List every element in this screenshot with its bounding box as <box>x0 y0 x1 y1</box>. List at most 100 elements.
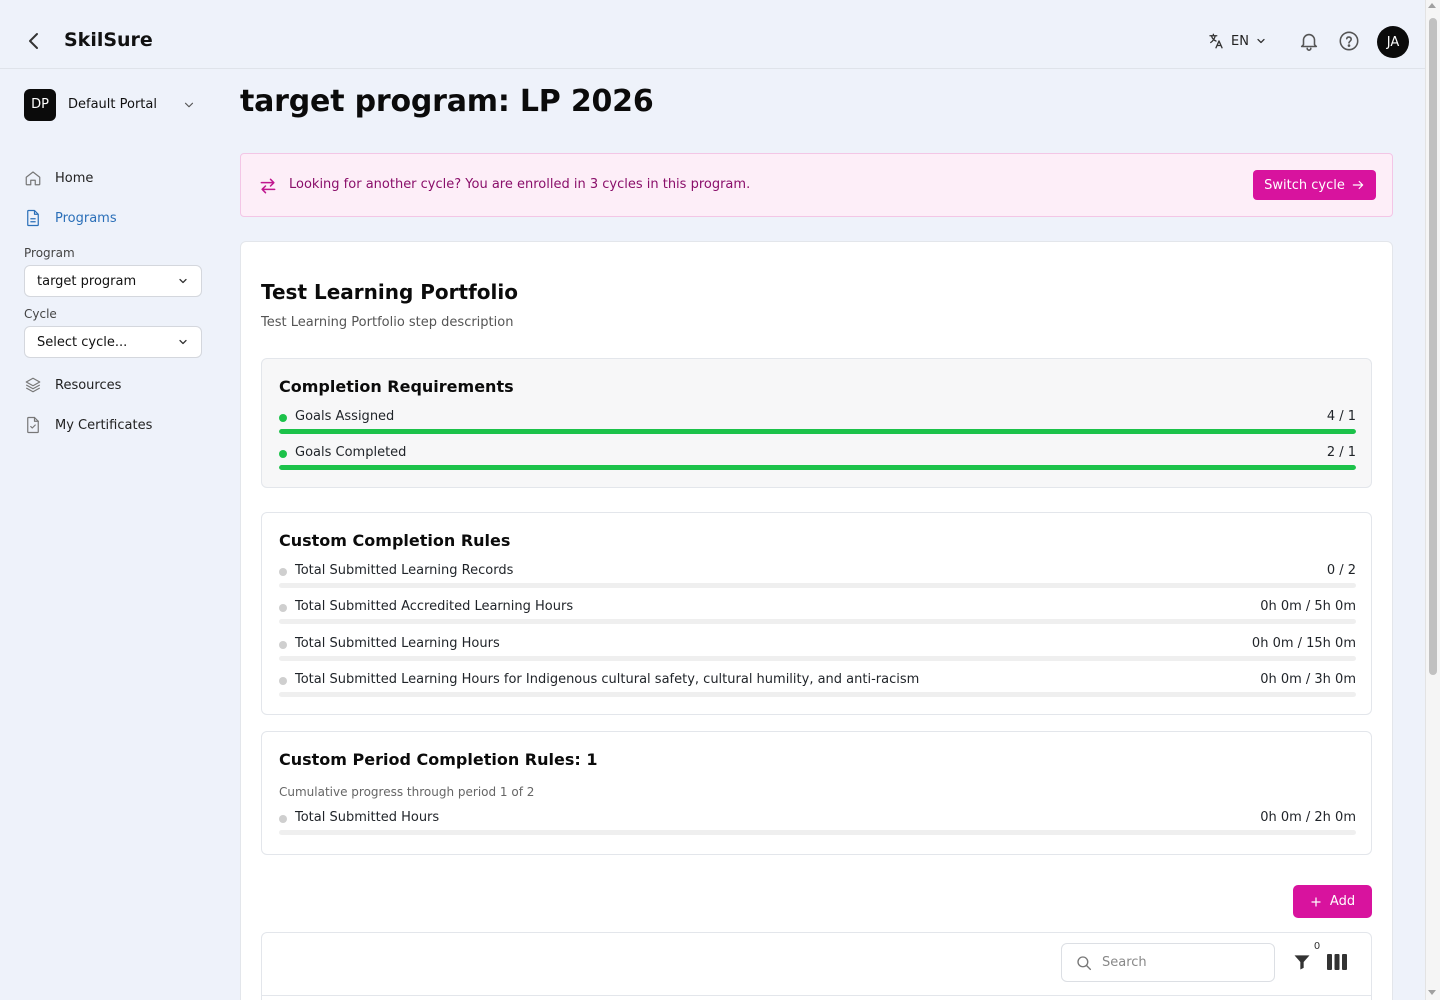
add-button[interactable]: Add <box>1293 885 1372 918</box>
filter-icon[interactable] <box>1292 952 1312 972</box>
requirement-label: Total Submitted Accredited Learning Hour… <box>295 599 574 614</box>
progress-fill <box>279 465 1356 470</box>
language-code: EN <box>1231 33 1249 49</box>
section-title: Custom Period Completion Rules: 1 <box>279 750 598 769</box>
sidebar-item-home[interactable]: Home <box>24 164 200 192</box>
arrow-right-icon <box>1352 180 1364 190</box>
program-select-value: target program <box>37 273 137 289</box>
progress-fill <box>279 429 1356 434</box>
scroll-up-arrow-icon[interactable] <box>1428 3 1436 8</box>
requirement-row: Goals Completed 2 / 1 <box>279 445 1356 475</box>
status-dot <box>279 677 287 685</box>
progress-bar <box>279 429 1356 434</box>
certificate-icon <box>27 416 39 434</box>
progress-bar <box>279 465 1356 470</box>
layers-icon <box>25 377 41 393</box>
sidebar-item-my-certificates[interactable]: My Certificates <box>24 411 200 439</box>
chevron-down-icon <box>179 278 187 284</box>
sidebar-item-programs[interactable]: Programs <box>24 204 200 232</box>
requirement-label: Total Submitted Learning Hours <box>295 636 500 651</box>
sidebar-item-label: Resources <box>55 377 122 393</box>
search-placeholder: Search <box>1102 955 1147 970</box>
program-label: Program <box>24 246 75 260</box>
chevron-down-icon <box>1257 38 1265 44</box>
cycle-label: Cycle <box>24 307 57 321</box>
section-title: Completion Requirements <box>279 377 514 396</box>
status-dot <box>279 815 287 823</box>
section-subtitle: Cumulative progress through period 1 of … <box>279 785 535 799</box>
sidebar-item-label: Programs <box>55 210 117 226</box>
banner-text: Looking for another cycle? You are enrol… <box>289 177 751 192</box>
document-icon <box>27 209 39 227</box>
cycle-select-value: Select cycle... <box>37 334 128 350</box>
home-icon <box>25 171 41 186</box>
cycle-info-banner: Looking for another cycle? You are enrol… <box>240 153 1393 217</box>
requirement-label: Goals Completed <box>295 445 407 460</box>
scroll-down-arrow-icon[interactable] <box>1428 990 1436 995</box>
sidebar-item-resources[interactable]: Resources <box>24 371 200 399</box>
status-dot <box>279 604 287 612</box>
requirement-value: 2 / 1 <box>1326 445 1356 460</box>
status-dot <box>279 414 287 422</box>
period-completion-rules-section: Custom Period Completion Rules: 1 Cumula… <box>261 731 1372 855</box>
status-dot <box>279 450 287 458</box>
add-button-label: Add <box>1329 894 1356 909</box>
status-dot <box>279 641 287 649</box>
scrollbar-thumb[interactable] <box>1429 18 1437 675</box>
requirement-value: 4 / 1 <box>1326 409 1356 424</box>
requirement-row: Goals Assigned 4 / 1 <box>279 409 1356 439</box>
sidebar-item-label: Home <box>55 170 94 186</box>
progress-bar <box>279 692 1356 697</box>
portfolio-card: Test Learning Portfolio Test Learning Po… <box>240 241 1393 1000</box>
requirement-label: Total Submitted Hours <box>295 810 440 825</box>
requirement-row: Total Submitted Learning Hours 0h 0m / 1… <box>279 636 1356 666</box>
plus-icon <box>1311 896 1321 907</box>
help-icon[interactable] <box>1338 30 1360 52</box>
bell-icon[interactable] <box>1298 30 1320 52</box>
requirement-row: Total Submitted Learning Records 0 / 2 <box>279 563 1356 593</box>
search-input[interactable]: Search <box>1061 943 1275 982</box>
requirement-label: Total Submitted Learning Hours for Indig… <box>295 672 920 687</box>
top-bar: SkilSure EN JA <box>0 0 1425 69</box>
table-divider <box>262 995 1371 996</box>
requirement-value: 0h 0m / 15h 0m <box>1251 636 1356 651</box>
completion-requirements-section: Completion Requirements Goals Assigned 4… <box>261 358 1372 488</box>
sidebar-item-label: My Certificates <box>55 417 153 433</box>
requirement-value: 0h 0m / 5h 0m <box>1260 599 1356 614</box>
filter-count-badge: 0 <box>1310 941 1324 955</box>
search-icon <box>1077 956 1092 971</box>
columns-icon[interactable] <box>1327 953 1347 971</box>
requirement-value: 0h 0m / 3h 0m <box>1260 672 1356 687</box>
requirement-label: Goals Assigned <box>295 409 395 424</box>
progress-bar <box>279 619 1356 624</box>
cycle-select[interactable]: Select cycle... <box>24 326 202 358</box>
requirement-row: Total Submitted Hours 0h 0m / 2h 0m <box>279 810 1356 840</box>
requirement-label: Total Submitted Learning Records <box>295 563 514 578</box>
portal-switcher[interactable]: DP Default Portal <box>24 88 200 121</box>
app-brand: SkilSure <box>64 29 153 51</box>
chevron-down-icon <box>184 102 194 108</box>
records-table: Search 0 <box>261 932 1372 1000</box>
portal-badge: DP <box>24 88 56 121</box>
custom-completion-rules-section: Custom Completion Rules Total Submitted … <box>261 512 1372 715</box>
requirement-value: 0 / 2 <box>1326 563 1356 578</box>
progress-bar <box>279 583 1356 588</box>
user-avatar[interactable]: JA <box>1377 26 1409 58</box>
program-select[interactable]: target program <box>24 265 202 297</box>
switch-cycle-button[interactable]: Switch cycle <box>1253 170 1376 200</box>
progress-bar <box>279 830 1356 835</box>
requirement-row: Total Submitted Accredited Learning Hour… <box>279 599 1356 629</box>
swap-arrows-icon <box>260 178 276 194</box>
status-dot <box>279 568 287 576</box>
portal-name: Default Portal <box>68 97 157 112</box>
requirement-value: 0h 0m / 2h 0m <box>1260 810 1356 825</box>
language-selector[interactable]: EN <box>1207 32 1267 50</box>
switch-cycle-label: Switch cycle <box>1264 177 1345 193</box>
requirement-row: Total Submitted Learning Hours for Indig… <box>279 672 1356 702</box>
page-title: target program: LP 2026 <box>240 84 654 119</box>
card-title: Test Learning Portfolio <box>261 280 518 304</box>
translate-icon <box>1209 33 1223 49</box>
section-title: Custom Completion Rules <box>279 531 511 550</box>
back-arrow-icon[interactable] <box>22 29 46 53</box>
card-description: Test Learning Portfolio step description <box>261 315 514 330</box>
